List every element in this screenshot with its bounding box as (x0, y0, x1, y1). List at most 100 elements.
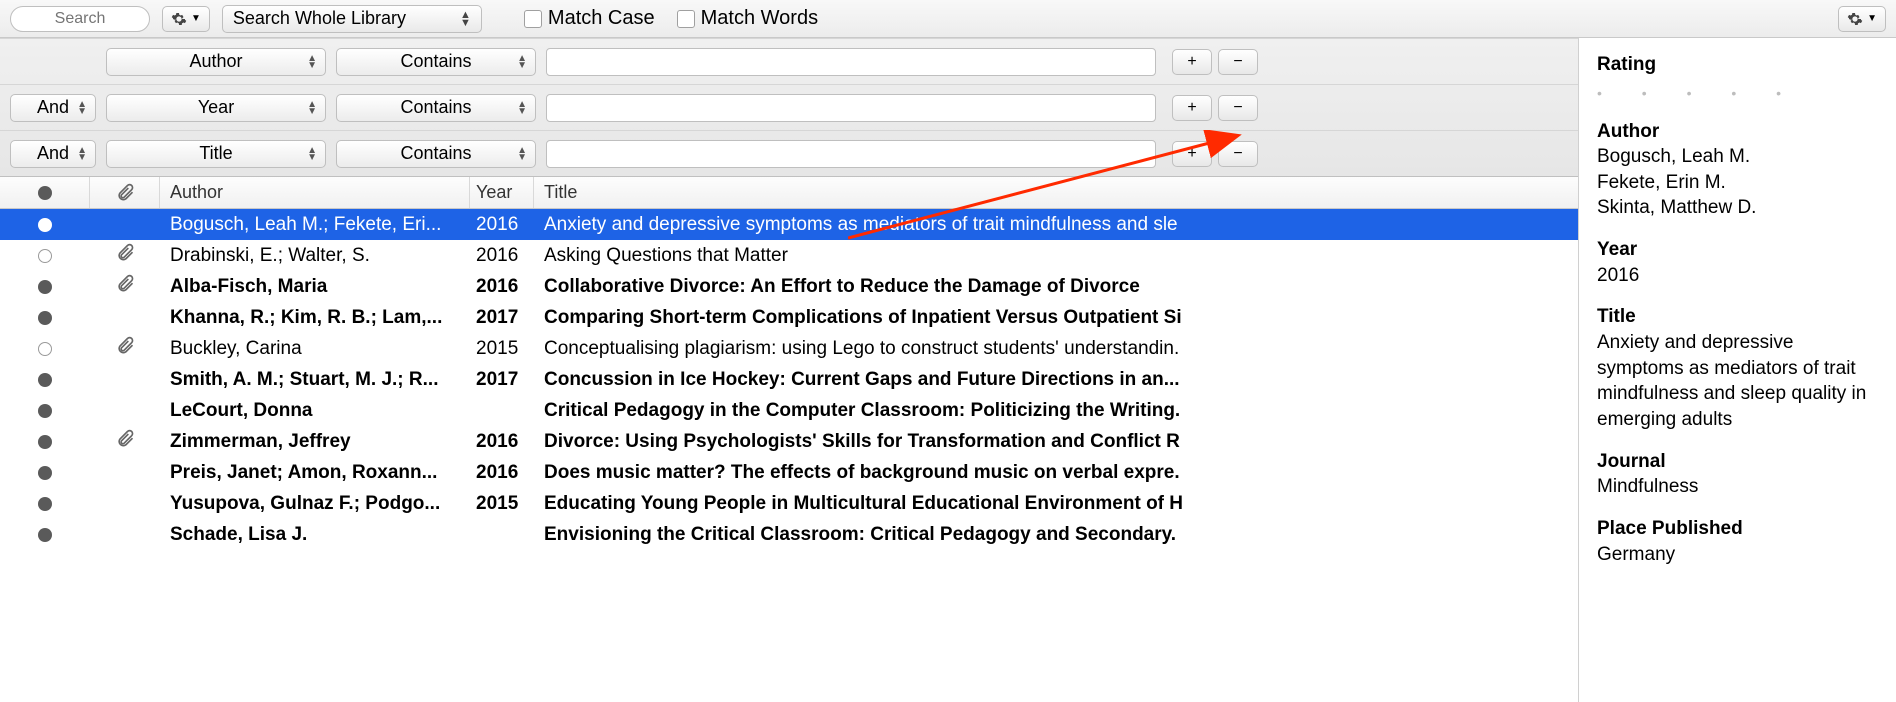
filter-bool-label: And (37, 143, 69, 164)
header-title-label: Title (544, 182, 577, 203)
paperclip-icon (115, 274, 135, 300)
updown-icon: ▲▼ (517, 101, 527, 115)
add-filter-button[interactable]: + (1172, 95, 1212, 121)
cell-author: Zimmerman, Jeffrey (160, 431, 470, 453)
match-words-checkbox[interactable]: Match Words (677, 7, 818, 30)
cell-title: Envisioning the Critical Classroom: Crit… (534, 524, 1210, 546)
journal-value: Mindfulness (1597, 474, 1878, 500)
place-label: Place Published (1597, 516, 1878, 542)
cell-readstatus (0, 373, 90, 387)
updown-icon: ▲▼ (517, 55, 527, 69)
author-value: Fekete, Erin M. (1597, 170, 1878, 196)
match-case-label: Match Case (548, 7, 655, 30)
author-value: Bogusch, Leah M. (1597, 144, 1878, 170)
cell-readstatus (0, 249, 90, 263)
search-scope-label: Search Whole Library (233, 8, 406, 29)
cell-year: 2016 (470, 214, 534, 236)
chevron-down-icon: ▼ (1867, 13, 1877, 24)
place-value: Germany (1597, 542, 1878, 568)
match-case-checkbox[interactable]: Match Case (524, 7, 655, 30)
filter-cond-select[interactable]: Contains▲▼ (336, 140, 536, 168)
filter-field-label: Title (199, 143, 232, 164)
cell-title: Anxiety and depressive symptoms as media… (534, 214, 1210, 236)
search-scope-select[interactable]: Search Whole Library ▲▼ (222, 5, 482, 33)
filter-field-select[interactable]: Year▲▼ (106, 94, 326, 122)
header-readstatus[interactable] (0, 177, 90, 208)
title-value: Anxiety and depressive symptoms as media… (1597, 330, 1878, 433)
year-label: Year (1597, 237, 1878, 263)
cell-author: Buckley, Carina (160, 338, 470, 360)
filter-value-input[interactable] (546, 48, 1156, 76)
remove-filter-button[interactable]: − (1218, 95, 1258, 121)
header-year[interactable]: Year (470, 177, 534, 208)
updown-icon: ▲▼ (307, 55, 317, 69)
unread-dot-icon (38, 466, 52, 480)
remove-filter-button[interactable]: − (1218, 49, 1258, 75)
filter-field-label: Year (198, 97, 234, 118)
cell-title: Divorce: Using Psychologists' Skills for… (534, 431, 1210, 453)
filter-field-label: Author (189, 51, 242, 72)
cell-readstatus (0, 342, 90, 356)
filter-cond-label: Contains (400, 97, 471, 118)
cell-author: Bogusch, Leah M.; Fekete, Eri... (160, 214, 470, 236)
updown-icon: ▲▼ (460, 11, 471, 27)
unread-dot-icon (38, 373, 52, 387)
cell-author: Drabinski, E.; Walter, S. (160, 245, 470, 267)
cell-title: Collaborative Divorce: An Effort to Redu… (534, 276, 1210, 298)
journal-label: Journal (1597, 449, 1878, 475)
panel-options-gear[interactable]: ▼ (1838, 6, 1886, 32)
rating-stars[interactable]: • • • • • (1597, 84, 1878, 103)
cell-title: Comparing Short-term Complications of In… (534, 307, 1210, 329)
gear-icon (1847, 11, 1863, 27)
filter-value-input[interactable] (546, 94, 1156, 122)
cell-attachment (90, 274, 160, 300)
add-filter-button[interactable]: + (1172, 49, 1212, 75)
remove-filter-button[interactable]: − (1218, 141, 1258, 167)
cell-year: 2016 (470, 431, 534, 453)
cell-author: Preis, Janet; Amon, Roxann... (160, 462, 470, 484)
unread-dot-icon (38, 435, 52, 449)
filter-bool-select[interactable]: And▲▼ (10, 94, 96, 122)
top-toolbar: ▼ Search Whole Library ▲▼ Match Case Mat… (0, 0, 1896, 38)
cell-year: 2015 (470, 338, 534, 360)
header-attachment[interactable] (90, 177, 160, 208)
header-author[interactable]: Author (160, 177, 470, 208)
cell-author: LeCourt, Donna (160, 400, 470, 422)
updown-icon: ▲▼ (77, 147, 87, 161)
cell-readstatus (0, 404, 90, 418)
cell-title: Does music matter? The effects of backgr… (534, 462, 1210, 484)
cell-title: Critical Pedagogy in the Computer Classr… (534, 400, 1210, 422)
cell-year: 2017 (470, 369, 534, 391)
unread-dot-icon (38, 528, 52, 542)
cell-title: Educating Young People in Multicultural … (534, 493, 1210, 515)
cell-readstatus (0, 280, 90, 294)
cell-year: 2016 (470, 462, 534, 484)
updown-icon: ▲▼ (517, 147, 527, 161)
cell-author: Khanna, R.; Kim, R. B.; Lam,... (160, 307, 470, 329)
filter-cond-select[interactable]: Contains ▲▼ (336, 94, 536, 122)
updown-icon: ▲▼ (307, 147, 317, 161)
cell-readstatus (0, 218, 90, 232)
paperclip-icon (115, 183, 135, 203)
search-input[interactable] (10, 6, 150, 32)
read-dot-icon (38, 342, 52, 356)
filter-field-select[interactable]: Author ▲▼ (106, 48, 326, 76)
cell-title: Concussion in Ice Hockey: Current Gaps a… (534, 369, 1210, 391)
cell-author: Smith, A. M.; Stuart, M. J.; R... (160, 369, 470, 391)
add-filter-button[interactable]: + (1172, 141, 1212, 167)
unread-dot-icon (38, 311, 52, 325)
cell-readstatus (0, 435, 90, 449)
unread-dot-icon (38, 497, 52, 511)
header-title[interactable]: Title (534, 177, 1210, 208)
filter-field-select[interactable]: Title ▲▼ (106, 140, 326, 168)
details-panel: Rating • • • • • Author Bogusch, Leah M.… (1578, 38, 1896, 702)
search-options-gear[interactable]: ▼ (162, 6, 210, 32)
author-label: Author (1597, 119, 1878, 145)
filter-value-input[interactable] (546, 140, 1156, 168)
cell-readstatus (0, 497, 90, 511)
paperclip-icon (115, 429, 135, 455)
rating-label: Rating (1597, 52, 1878, 78)
filter-bool-select[interactable]: And ▲▼ (10, 140, 96, 168)
filter-cond-select[interactable]: Contains▲▼ (336, 48, 536, 76)
cell-year: 2015 (470, 493, 534, 515)
